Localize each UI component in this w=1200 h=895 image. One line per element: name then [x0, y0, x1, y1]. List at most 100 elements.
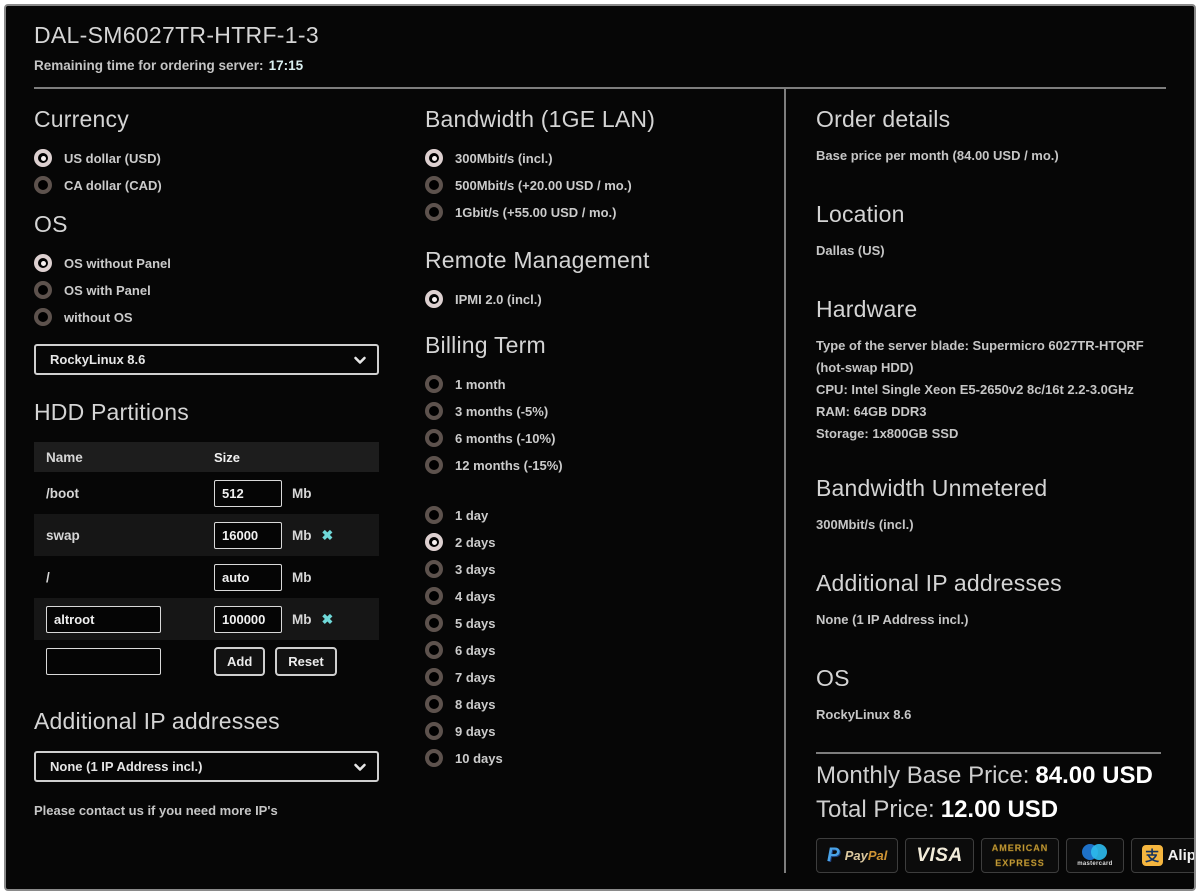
radio-unselected-icon[interactable] [34, 281, 52, 299]
billing-term-option[interactable]: 12 months (-15%) [425, 456, 784, 474]
add-partition-button[interactable]: Add [214, 647, 265, 676]
billing-term-option-label: 3 months (-5%) [455, 404, 548, 419]
billing-term-option[interactable]: 1 day [425, 506, 784, 524]
os-select[interactable]: RockyLinux 8.6 [34, 344, 379, 375]
radio-unselected-icon[interactable] [425, 587, 443, 605]
hardware-spec-line: Storage: 1x800GB SSD [816, 423, 1166, 445]
partition-size-input[interactable] [214, 522, 282, 549]
radio-unselected-icon[interactable] [425, 456, 443, 474]
summary-os-heading: OS [816, 665, 1166, 692]
price-divider [816, 752, 1161, 754]
partition-size-unit: Mb [292, 486, 312, 501]
billing-term-option[interactable]: 6 days [425, 641, 784, 659]
os-option-label: OS without Panel [64, 256, 171, 271]
currency-option[interactable]: US dollar (USD) [34, 149, 389, 167]
column-bandwidth-billing: Bandwidth (1GE LAN) 300Mbit/s (incl.)500… [389, 89, 784, 873]
radio-selected-icon[interactable] [425, 149, 443, 167]
radio-unselected-icon[interactable] [425, 749, 443, 767]
billing-term-option[interactable]: 3 days [425, 560, 784, 578]
reset-partitions-button[interactable]: Reset [275, 647, 336, 676]
amex-icon-line1: AMERICAN [992, 843, 1049, 853]
alipay-label: Alipay [1168, 847, 1196, 864]
currency-option[interactable]: CA dollar (CAD) [34, 176, 389, 194]
billing-term-option[interactable]: 4 days [425, 587, 784, 605]
radio-unselected-icon[interactable] [425, 641, 443, 659]
partition-row: Mb ✖ [34, 598, 379, 640]
partitions-col-name: Name [46, 450, 214, 465]
radio-selected-icon[interactable] [425, 533, 443, 551]
partition-size-input[interactable] [214, 480, 282, 507]
remote-management-option[interactable]: IPMI 2.0 (incl.) [425, 290, 784, 308]
summary-ip-value: None (1 IP Address incl.) [816, 609, 1166, 631]
radio-unselected-icon[interactable] [425, 722, 443, 740]
billing-term-option-label: 1 day [455, 508, 488, 523]
partition-row: swapMb✖ [34, 514, 379, 556]
billing-term-option[interactable]: 1 month [425, 375, 784, 393]
radio-unselected-icon[interactable] [425, 695, 443, 713]
visa-badge: VISA [905, 838, 973, 873]
radio-unselected-icon[interactable] [425, 176, 443, 194]
radio-unselected-icon[interactable] [425, 506, 443, 524]
radio-selected-icon[interactable] [34, 149, 52, 167]
bandwidth-option[interactable]: 1Gbit/s (+55.00 USD / mo.) [425, 203, 784, 221]
partition-size-input[interactable] [214, 564, 282, 591]
radio-unselected-icon[interactable] [34, 308, 52, 326]
billing-term-option[interactable]: 3 months (-5%) [425, 402, 784, 420]
visa-icon: VISA [916, 845, 962, 867]
os-option[interactable]: OS without Panel [34, 254, 389, 272]
order-config-panel: DAL-SM6027TR-HTRF-1-3 Remaining time for… [4, 4, 1196, 891]
monthly-base-price-label: Monthly Base Price: [816, 762, 1029, 789]
os-option-label: OS with Panel [64, 283, 151, 298]
partitions-table: Name Size /bootMbswapMb✖/MbMb✖ Add Reset [34, 442, 379, 682]
billing-term-option-label: 8 days [455, 697, 495, 712]
partition-row: /Mb [34, 556, 379, 598]
radio-unselected-icon[interactable] [425, 668, 443, 686]
radio-unselected-icon[interactable] [425, 429, 443, 447]
billing-term-option[interactable]: 6 months (-10%) [425, 429, 784, 447]
partition-size-unit: Mb [292, 612, 312, 627]
billing-term-option-label: 2 days [455, 535, 495, 550]
os-option[interactable]: without OS [34, 308, 389, 326]
location-heading: Location [816, 201, 1166, 228]
delete-partition-icon[interactable]: ✖ [322, 611, 334, 628]
radio-unselected-icon[interactable] [425, 614, 443, 632]
radio-selected-icon[interactable] [34, 254, 52, 272]
additional-ip-select-value: None (1 IP Address incl.) [50, 759, 353, 774]
billing-term-option[interactable]: 2 days [425, 533, 784, 551]
bandwidth-unmetered-value: 300Mbit/s (incl.) [816, 514, 1166, 536]
hardware-heading: Hardware [816, 296, 1166, 323]
billing-term-option[interactable]: 8 days [425, 695, 784, 713]
radio-selected-icon[interactable] [425, 290, 443, 308]
chevron-down-icon [353, 760, 367, 774]
billing-term-option-label: 10 days [455, 751, 503, 766]
billing-term-option[interactable]: 7 days [425, 668, 784, 686]
paypal-label: Pay [845, 848, 868, 863]
hardware-spec-line: RAM: 64GB DDR3 [816, 401, 1166, 423]
partition-size-input[interactable] [214, 606, 282, 633]
billing-term-option-label: 6 days [455, 643, 495, 658]
delete-partition-icon[interactable]: ✖ [322, 527, 334, 544]
bandwidth-option[interactable]: 500Mbit/s (+20.00 USD / mo.) [425, 176, 784, 194]
bandwidth-option[interactable]: 300Mbit/s (incl.) [425, 149, 784, 167]
partition-new-row: Add Reset [34, 640, 379, 682]
os-heading: OS [34, 211, 389, 238]
currency-heading: Currency [34, 106, 389, 133]
additional-ip-select[interactable]: None (1 IP Address incl.) [34, 751, 379, 782]
billing-term-option[interactable]: 5 days [425, 614, 784, 632]
bandwidth-option-label: 1Gbit/s (+55.00 USD / mo.) [455, 205, 616, 220]
radio-unselected-icon[interactable] [425, 560, 443, 578]
currency-option-label: US dollar (USD) [64, 151, 161, 166]
billing-day-radio-group: 1 day 2 days 3 days 4 days 5 days 6 days 7 day… [425, 506, 784, 767]
billing-term-option[interactable]: 10 days [425, 749, 784, 767]
radio-unselected-icon[interactable] [425, 402, 443, 420]
radio-unselected-icon[interactable] [425, 203, 443, 221]
radio-unselected-icon[interactable] [425, 375, 443, 393]
billing-term-option[interactable]: 9 days [425, 722, 784, 740]
billing-group-gap [425, 483, 784, 497]
partition-name-input[interactable] [46, 606, 161, 633]
new-partition-name-input[interactable] [46, 648, 161, 675]
hardware-spec-line: Type of the server blade: Supermicro 602… [816, 335, 1166, 379]
remaining-time-label: Remaining time for ordering server: [34, 58, 264, 73]
os-option[interactable]: OS with Panel [34, 281, 389, 299]
radio-unselected-icon[interactable] [34, 176, 52, 194]
